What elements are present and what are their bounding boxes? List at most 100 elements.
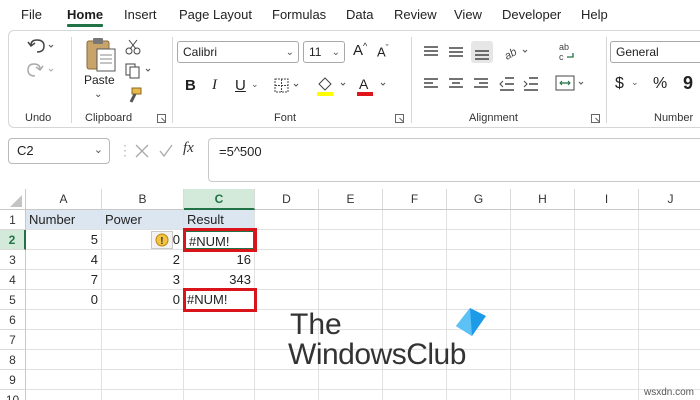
font-name-select[interactable]: Calibri ⌄ [177,41,299,63]
cell-a5[interactable]: 0 [26,290,102,310]
empty-cell[interactable] [575,250,639,270]
error-options-button[interactable]: ! [151,231,173,249]
cell-a3[interactable]: 4 [26,250,102,270]
empty-cell[interactable] [184,390,255,400]
empty-cell[interactable] [383,230,447,250]
tab-file[interactable]: File [21,7,42,22]
empty-cell[interactable] [102,330,184,350]
empty-cell[interactable] [447,390,511,400]
select-all-corner[interactable] [0,189,26,210]
decrease-indent-icon[interactable] [499,76,515,92]
empty-cell[interactable] [383,270,447,290]
cell-b3[interactable]: 2 [102,250,184,270]
empty-cell[interactable] [639,290,700,310]
column-header-c[interactable]: C [184,189,255,210]
empty-cell[interactable] [447,370,511,390]
chevron-down-icon[interactable]: ⌄ [251,79,259,90]
row-header-10[interactable]: 10 [0,390,26,400]
empty-cell[interactable] [511,250,575,270]
empty-cell[interactable] [383,370,447,390]
tab-review[interactable]: Review [394,7,437,22]
cell-c3[interactable]: 16 [184,250,255,270]
grow-font-button[interactable]: A^ [353,41,367,59]
empty-cell[interactable] [639,210,700,230]
cut-icon[interactable] [125,39,141,55]
empty-cell[interactable] [511,230,575,250]
cancel-icon[interactable] [134,143,150,159]
column-header-a[interactable]: A [26,189,102,210]
empty-cell[interactable] [319,210,383,230]
empty-cell[interactable] [575,350,639,370]
format-painter-icon[interactable] [125,87,143,105]
empty-cell[interactable] [255,270,319,290]
empty-cell[interactable] [319,390,383,400]
font-color-icon[interactable]: A [355,75,389,97]
empty-cell[interactable] [319,230,383,250]
empty-cell[interactable] [255,210,319,230]
empty-cell[interactable] [383,250,447,270]
underline-button[interactable]: U [235,77,246,94]
percent-button[interactable]: % [653,75,667,93]
empty-cell[interactable] [26,350,102,370]
row-header-9[interactable]: 9 [0,370,26,390]
empty-cell[interactable] [511,210,575,230]
empty-cell[interactable] [319,370,383,390]
fill-color-icon[interactable] [315,75,349,97]
row-header-3[interactable]: 3 [0,250,26,270]
column-header-i[interactable]: I [575,189,639,210]
empty-cell[interactable] [511,350,575,370]
bold-button[interactable]: B [185,77,196,94]
empty-cell[interactable] [511,310,575,330]
cell-c4[interactable]: 343 [184,270,255,290]
row-header-2[interactable]: 2 [0,230,26,250]
empty-cell[interactable] [447,230,511,250]
empty-cell[interactable] [255,290,319,310]
cell-b1[interactable]: Power [102,210,184,230]
empty-cell[interactable] [575,230,639,250]
empty-cell[interactable] [639,310,700,330]
orientation-icon[interactable]: ab [503,43,531,61]
empty-cell[interactable] [26,390,102,400]
empty-cell[interactable] [447,250,511,270]
cell-a2[interactable]: 5 [26,230,102,250]
column-header-h[interactable]: H [511,189,575,210]
column-header-j[interactable]: J [639,189,700,210]
name-box[interactable]: C2 ⌄ [8,138,110,164]
align-left-icon[interactable] [423,77,439,91]
empty-cell[interactable] [255,230,319,250]
empty-cell[interactable] [102,310,184,330]
row-header-8[interactable]: 8 [0,350,26,370]
align-middle-icon[interactable] [448,45,464,59]
tab-insert[interactable]: Insert [124,7,157,22]
merge-center-icon[interactable] [555,75,587,93]
empty-cell[interactable] [511,290,575,310]
cell-c1[interactable]: Result [184,210,255,230]
empty-cell[interactable] [575,270,639,290]
empty-cell[interactable] [255,390,319,400]
italic-button[interactable]: I [212,77,217,94]
empty-cell[interactable] [639,350,700,370]
empty-cell[interactable] [102,350,184,370]
copy-icon[interactable] [125,63,153,79]
column-header-g[interactable]: G [447,189,511,210]
font-size-select[interactable]: 11 ⌄ [303,41,345,63]
empty-cell[interactable] [26,370,102,390]
empty-cell[interactable] [639,250,700,270]
tab-developer[interactable]: Developer [502,7,561,22]
align-center-icon[interactable] [448,77,464,91]
empty-cell[interactable] [102,370,184,390]
tab-view[interactable]: View [454,7,482,22]
empty-cell[interactable] [255,370,319,390]
empty-cell[interactable] [184,350,255,370]
empty-cell[interactable] [184,310,255,330]
row-header-6[interactable]: 6 [0,310,26,330]
clipboard-launcher-icon[interactable] [157,114,166,123]
empty-cell[interactable] [26,330,102,350]
enter-check-icon[interactable] [158,143,174,159]
increase-indent-icon[interactable] [523,76,539,92]
tab-help[interactable]: Help [581,7,608,22]
empty-cell[interactable] [575,310,639,330]
empty-cell[interactable] [575,370,639,390]
cell-a4[interactable]: 7 [26,270,102,290]
align-right-icon[interactable] [473,77,489,91]
